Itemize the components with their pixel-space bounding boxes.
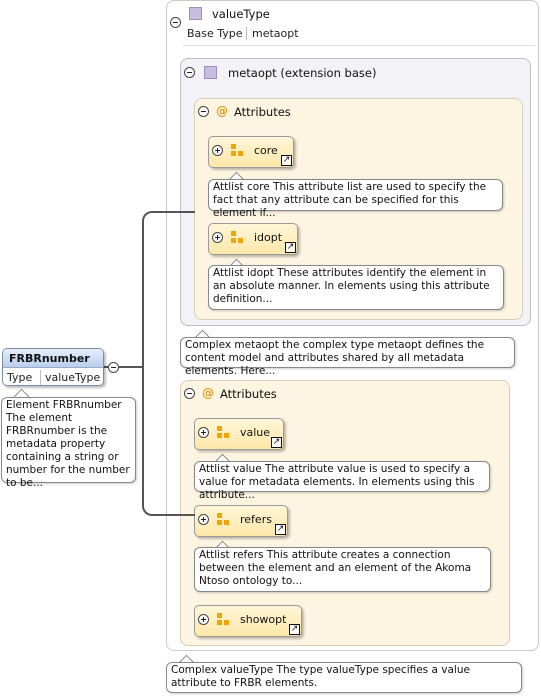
element-type-divider [40, 370, 41, 385]
element-note: Element FRBRnumber The element FRBRnumbe… [1, 397, 136, 489]
valuetype-title: valueType [212, 7, 270, 21]
refers-label: refers [240, 513, 272, 526]
complex-type-icon [204, 66, 217, 79]
metaopt-note: Complex metaopt the complex type metaopt… [180, 337, 515, 377]
link-arrow-icon[interactable]: ↗ [271, 437, 282, 448]
valuetype-note: Complex valueType The type valueType spe… [166, 662, 522, 693]
expand-idopt-icon[interactable] [212, 232, 223, 243]
showopt-label: showopt [240, 613, 287, 626]
collapse-metaopt-icon[interactable] [184, 67, 195, 78]
expand-showopt-icon[interactable] [198, 614, 209, 625]
attribute-group-icon [231, 144, 244, 157]
branch-connector [119, 366, 142, 368]
base-type-row: Base Type metaopt [184, 24, 304, 42]
element-type-label: Type [7, 371, 33, 384]
base-type-value: metaopt [252, 27, 299, 40]
core-note: Attlist core This attribute list are use… [208, 179, 503, 219]
attribute-group-icon [217, 613, 230, 626]
outer-attributes-title: Attributes [220, 387, 277, 401]
idopt-note: Attlist idopt These attributes identify … [208, 265, 504, 310]
link-arrow-icon[interactable]: ↗ [285, 242, 296, 253]
idopt-label: idopt [254, 231, 283, 244]
link-arrow-icon[interactable]: ↗ [275, 524, 286, 535]
branch-to-refers [160, 514, 195, 516]
attribute-group-icon [217, 426, 230, 439]
refers-note: Attlist refers This attribute creates a … [194, 547, 491, 592]
expand-refers-icon[interactable] [198, 514, 209, 525]
collapse-element-icon[interactable] [108, 362, 119, 373]
collapse-valuetype-icon[interactable] [170, 17, 181, 28]
valuetype-header-divider [183, 45, 535, 46]
element-type-value: valueType [45, 371, 101, 384]
element-name: FRBRnumber [9, 352, 90, 365]
expand-value-icon[interactable] [198, 427, 209, 438]
complex-type-icon [189, 7, 202, 20]
inner-attributes-title: Attributes [234, 105, 291, 119]
base-type-divider [246, 27, 247, 40]
attributes-icon: @ [216, 104, 228, 118]
core-label: core [254, 144, 278, 157]
attribute-group-icon [231, 231, 244, 244]
element-frbrnumber[interactable]: FRBRnumber Type valueType [2, 348, 104, 386]
attribute-group-icon [217, 513, 230, 526]
value-note: Attlist value The attribute value is use… [194, 461, 490, 501]
value-label: value [240, 426, 271, 439]
base-type-label: Base Type [187, 27, 243, 40]
collapse-inner-attributes-icon[interactable] [198, 106, 209, 117]
branch-to-core [160, 211, 195, 213]
expand-core-icon[interactable] [212, 145, 223, 156]
collapse-outer-attributes-icon[interactable] [184, 388, 195, 399]
link-arrow-icon[interactable]: ↗ [289, 624, 300, 635]
branch-bracket [142, 211, 162, 516]
attributes-icon: @ [202, 386, 214, 400]
link-arrow-icon[interactable]: ↗ [281, 155, 292, 166]
metaopt-title: metaopt (extension base) [228, 66, 377, 80]
